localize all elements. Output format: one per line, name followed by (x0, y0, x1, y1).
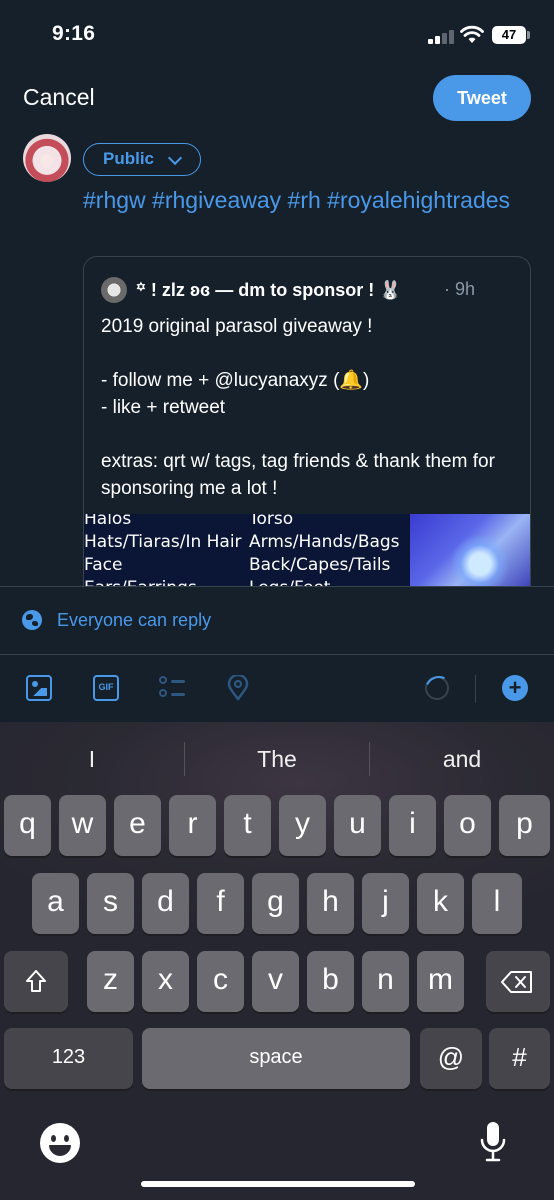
key-z[interactable]: z (87, 951, 134, 1012)
key-t[interactable]: t (224, 795, 271, 856)
key-r[interactable]: r (169, 795, 216, 856)
media-text-left: Halos Hats/Tiaras/In Hair Face Ears/Earr… (84, 514, 242, 586)
microphone-icon[interactable] (480, 1121, 506, 1165)
chevron-down-icon (167, 150, 183, 166)
status-time: 9:16 (52, 22, 96, 45)
character-count-ring (425, 676, 449, 700)
key-j[interactable]: j (362, 873, 409, 934)
toolbar-separator (475, 675, 476, 703)
gif-icon[interactable]: GIF (93, 675, 119, 701)
keyboard: I The and q w e r t y u i o p a s d f g … (0, 722, 554, 1200)
key-k[interactable]: k (417, 873, 464, 934)
globe-icon (22, 610, 42, 630)
quoted-tweet-card[interactable]: ꙳ ! zlz ʚɞ — dm to sponsor ! 🐰 · 9h 2019… (83, 256, 531, 586)
key-q[interactable]: q (4, 795, 51, 856)
compose-toolbar: GIF (0, 655, 554, 721)
home-indicator (141, 1181, 415, 1187)
key-g[interactable]: g (252, 873, 299, 934)
battery-icon: 47 (492, 26, 526, 44)
shift-icon (26, 970, 46, 992)
location-icon[interactable] (227, 675, 249, 701)
quoted-tweet-text: 2019 original parasol giveaway ! - follo… (101, 316, 495, 499)
key-b[interactable]: b (307, 951, 354, 1012)
backspace-icon (501, 971, 532, 993)
tweet-text-input[interactable]: #rhgw #rhgiveaway #rh #royalehightrades (83, 185, 523, 215)
key-i[interactable]: i (389, 795, 436, 856)
poll-icon[interactable] (159, 675, 185, 701)
user-avatar[interactable] (23, 134, 71, 182)
audience-selector[interactable]: Public (83, 143, 201, 176)
divider (0, 586, 554, 587)
audience-label: Public (103, 149, 155, 168)
suggestion-1[interactable]: I (0, 722, 184, 797)
key-a[interactable]: a (32, 873, 79, 934)
shift-key[interactable] (4, 951, 68, 1012)
key-d[interactable]: d (142, 873, 189, 934)
quoted-author-avatar (101, 277, 127, 303)
key-v[interactable]: v (252, 951, 299, 1012)
key-l[interactable]: l (472, 873, 522, 934)
key-y[interactable]: y (279, 795, 326, 856)
key-c[interactable]: c (197, 951, 244, 1012)
tweet-button[interactable]: Tweet (433, 75, 531, 121)
key-m[interactable]: m (417, 951, 464, 1012)
status-bar: 9:16 47 (0, 0, 554, 70)
key-o[interactable]: o (444, 795, 491, 856)
at-key[interactable]: @ (420, 1028, 482, 1089)
suggestion-2[interactable]: The (185, 722, 369, 797)
battery-nub (527, 31, 530, 39)
key-w[interactable]: w (59, 795, 106, 856)
cellular-signal-icon (428, 28, 454, 44)
key-s[interactable]: s (87, 873, 134, 934)
quoted-tweet-time: · 9h (444, 279, 476, 299)
key-e[interactable]: e (114, 795, 161, 856)
backspace-key[interactable] (486, 951, 550, 1012)
emoji-icon[interactable] (40, 1123, 80, 1163)
key-h[interactable]: h (307, 873, 354, 934)
quoted-tweet-media: Halos Hats/Tiaras/In Hair Face Ears/Earr… (84, 514, 530, 586)
add-thread-icon[interactable]: + (502, 675, 528, 701)
space-key[interactable]: space (142, 1028, 410, 1089)
key-x[interactable]: x (142, 951, 189, 1012)
key-n[interactable]: n (362, 951, 409, 1012)
image-icon[interactable] (26, 675, 52, 701)
media-preview-image (410, 514, 530, 586)
wifi-icon (460, 25, 484, 43)
key-u[interactable]: u (334, 795, 381, 856)
hash-key[interactable]: # (489, 1028, 550, 1089)
cancel-button[interactable]: Cancel (23, 84, 95, 111)
reply-setting-label: Everyone can reply (57, 610, 212, 630)
media-text-right: Torso Arms/Hands/Bags Back/Capes/Tails L… (249, 514, 400, 586)
key-f[interactable]: f (197, 873, 244, 934)
quoted-author-name: ꙳ ! zlz ʚɞ — dm to sponsor ! 🐰 (136, 280, 402, 300)
suggestion-3[interactable]: and (370, 722, 554, 797)
numbers-key[interactable]: 123 (4, 1028, 133, 1089)
key-p[interactable]: p (499, 795, 550, 856)
